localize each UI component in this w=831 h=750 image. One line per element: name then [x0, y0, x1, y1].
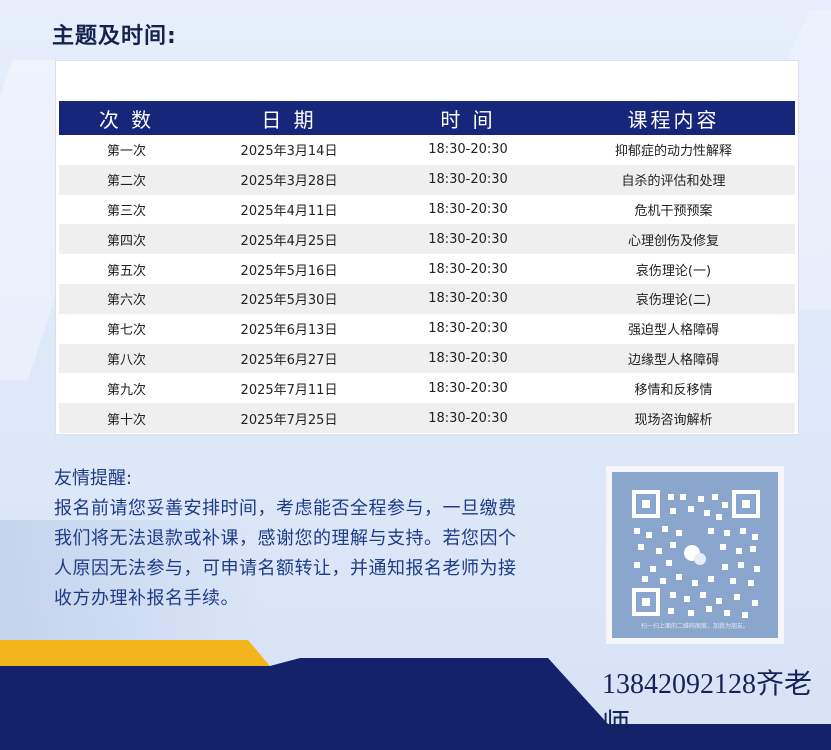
cell-date: 2025年3月14日 — [240, 144, 338, 160]
footer-yellow-stripe — [0, 640, 270, 666]
table-row: 第六次 2025年5月30日 18:30-20:30 哀伤理论(二) — [59, 283, 795, 314]
cell-session: 第一次 — [106, 144, 146, 160]
table-row: 第七次 2025年6月13日 18:30-20:30 强迫型人格障碍 — [59, 314, 795, 344]
cell-date: 2025年3月28日 — [240, 174, 338, 190]
cell-time: 18:30-20:30 — [428, 321, 508, 337]
cell-date: 2025年6月27日 — [240, 352, 338, 368]
cell-content: 现场咨询解析 — [634, 412, 713, 428]
cell-time: 18:30-20:30 — [428, 291, 508, 307]
table-row: 第二次 2025年3月28日 18:30-20:30 自杀的评估和处理 — [59, 164, 795, 195]
cell-date: 2025年7月11日 — [240, 382, 338, 398]
table-row: 第三次 2025年4月11日 18:30-20:30 危机干预预案 — [59, 195, 795, 225]
table-row: 第十次 2025年7月25日 18:30-20:30 现场咨询解析 — [59, 403, 795, 433]
cell-content: 哀伤理论(二) — [635, 293, 712, 309]
header-content: 课程内容 — [627, 107, 720, 132]
header-date: 日 期 — [261, 107, 317, 132]
cell-session: 第二次 — [106, 174, 146, 190]
cell-date: 2025年6月13日 — [240, 323, 338, 339]
cell-time: 18:30-20:30 — [428, 142, 508, 158]
qr-caption: 扫一扫上面的二维码图案，加我为朋友。 — [640, 623, 749, 630]
cell-date: 2025年4月11日 — [240, 203, 338, 219]
cell-session: 第三次 — [106, 203, 146, 219]
schedule-table: 次 数 日 期 时 间 课程内容 第一次 2025年3月14日 18:30-20… — [55, 60, 799, 435]
wechat-qr-code: 扫一扫上面的二维码图案，加我为朋友。 — [605, 465, 785, 645]
cell-content: 心理创伤及修复 — [627, 233, 719, 249]
cell-session: 第八次 — [106, 352, 146, 368]
cell-date: 2025年7月25日 — [240, 412, 338, 428]
cell-time: 18:30-20:30 — [428, 410, 508, 426]
cell-session: 第五次 — [106, 263, 146, 279]
cell-session: 第九次 — [106, 382, 146, 398]
reminder-text: 报名前请您妥善安排时间，考虑能否全程参与，一旦缴费 我们将无法退款或补课，感谢您… — [54, 494, 574, 614]
cell-content: 移情和反移情 — [634, 382, 713, 398]
cell-time: 18:30-20:30 — [428, 350, 508, 366]
header-session: 次 数 — [98, 107, 155, 132]
cell-session: 第十次 — [106, 412, 146, 428]
table-row: 第一次 2025年3月14日 18:30-20:30 抑郁症的动力性解释 — [59, 135, 795, 165]
qr-code-image: 扫一扫上面的二维码图案，加我为朋友。 — [612, 472, 778, 638]
cell-session: 第四次 — [106, 233, 146, 249]
cell-date: 2025年5月16日 — [240, 263, 338, 279]
cell-session: 第七次 — [106, 323, 146, 339]
table-row: 第五次 2025年5月16日 18:30-20:30 哀伤理论(一) — [59, 254, 795, 284]
cell-session: 第六次 — [106, 293, 146, 309]
table-row: 第四次 2025年4月25日 18:30-20:30 心理创伤及修复 — [59, 224, 795, 255]
cell-date: 2025年4月25日 — [240, 233, 338, 249]
cell-time: 18:30-20:30 — [428, 201, 508, 217]
table-row: 第九次 2025年7月11日 18:30-20:30 移情和反移情 — [59, 373, 795, 403]
reminder-line: 报名前请您妥善安排时间，考虑能否全程参与，一旦缴费 — [54, 498, 517, 519]
cell-time: 18:30-20:30 — [428, 261, 508, 277]
table-body: 第一次 2025年3月14日 18:30-20:30 抑郁症的动力性解释 第二次… — [59, 135, 795, 433]
cell-content: 自杀的评估和处理 — [621, 174, 726, 190]
cell-time: 18:30-20:30 — [428, 380, 508, 396]
cell-content: 抑郁症的动力性解释 — [614, 144, 732, 160]
section-title: 主题及时间: — [52, 24, 177, 49]
header-time: 时 间 — [440, 107, 496, 132]
cell-content: 强迫型人格障碍 — [627, 323, 719, 339]
cell-content: 边缘型人格障碍 — [627, 352, 719, 368]
reminder-line: 人原因无法参与，可申请名额转让，并通知报名老师为接 — [54, 558, 517, 579]
table-row: 第八次 2025年6月27日 18:30-20:30 边缘型人格障碍 — [59, 343, 795, 374]
contact-phone: 13842092128齐老师 — [602, 669, 813, 740]
reminder-title: 友情提醒: — [54, 468, 133, 489]
cell-time: 18:30-20:30 — [428, 231, 508, 247]
cell-date: 2025年5月30日 — [240, 293, 338, 309]
reminder-line: 收方办理补报名手续。 — [54, 588, 239, 609]
cell-content: 哀伤理论(一) — [635, 263, 712, 279]
cell-content: 危机干预预案 — [634, 203, 713, 219]
table-header-row: 次 数 日 期 时 间 课程内容 — [59, 101, 795, 135]
cell-time: 18:30-20:30 — [428, 172, 508, 188]
reminder-line: 我们将无法退款或补课，感谢您的理解与支持。若您因个 — [54, 528, 517, 549]
qr-pattern-icon — [612, 472, 778, 638]
